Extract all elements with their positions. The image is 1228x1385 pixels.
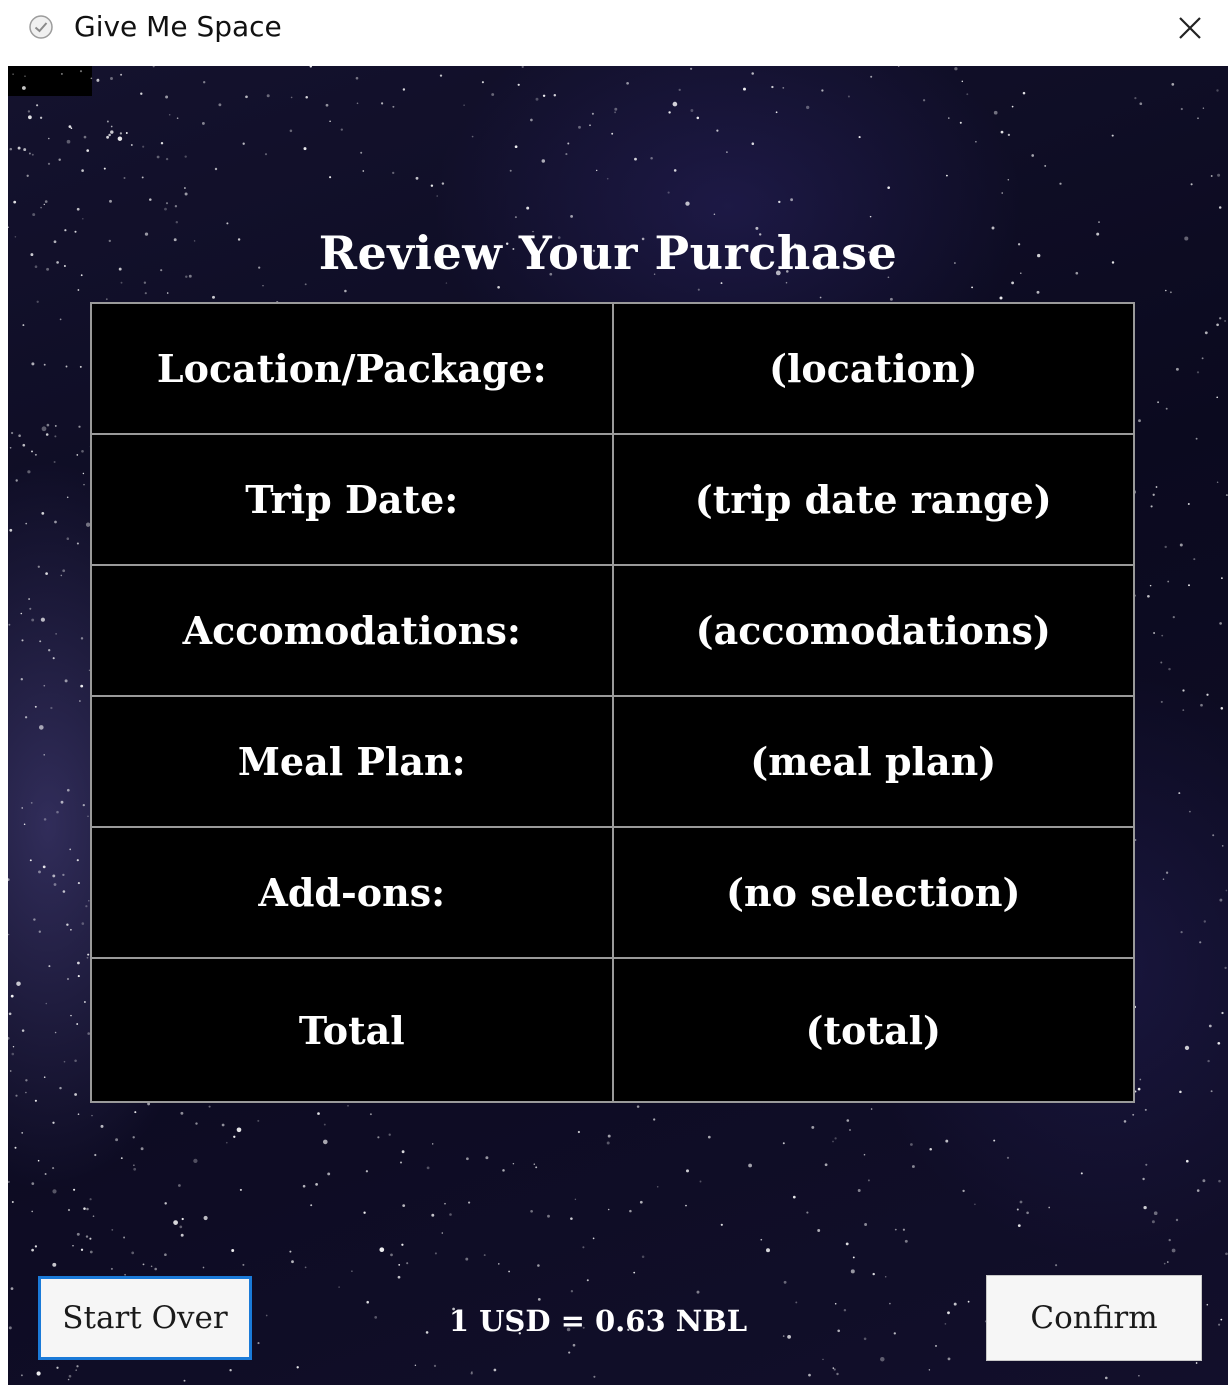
window-title: Give Me Space — [74, 10, 282, 43]
total-row: Total (total) — [90, 957, 1135, 1103]
table-row: Accomodations: (accomodations) — [90, 564, 1135, 697]
total-label: Total — [90, 957, 614, 1103]
table-row: Location/Package: (location) — [90, 302, 1135, 435]
exchange-rate: 1 USD = 0.63 NBL — [448, 1304, 748, 1338]
row-value: (no selection) — [611, 826, 1135, 959]
total-value: (total) — [611, 957, 1135, 1103]
row-label: Trip Date: — [90, 433, 614, 566]
title-bar: Give Me Space — [0, 0, 1228, 62]
confirm-button[interactable]: Confirm — [986, 1275, 1202, 1361]
row-value: (location) — [611, 302, 1135, 435]
start-over-button[interactable]: Start Over — [38, 1276, 252, 1360]
purchase-summary-table: Location/Package: (location) Trip Date: … — [90, 302, 1135, 1103]
table-row: Add-ons: (no selection) — [90, 826, 1135, 959]
row-label: Add-ons: — [90, 826, 614, 959]
row-label: Meal Plan: — [90, 695, 614, 828]
row-label: Accomodations: — [90, 564, 614, 697]
table-row: Meal Plan: (meal plan) — [90, 695, 1135, 828]
page-title: Review Your Purchase — [318, 226, 898, 280]
row-label: Location/Package: — [90, 302, 614, 435]
close-icon[interactable] — [1170, 8, 1210, 48]
review-panel: Review Your Purchase Location/Package: (… — [8, 66, 1228, 1385]
app-window: Give Me Space Review Your Purchase Locat… — [0, 0, 1228, 1385]
row-value: (accomodations) — [611, 564, 1135, 697]
table-row: Trip Date: (trip date range) — [90, 433, 1135, 566]
row-value: (trip date range) — [611, 433, 1135, 566]
row-value: (meal plan) — [611, 695, 1135, 828]
app-icon — [29, 15, 53, 39]
